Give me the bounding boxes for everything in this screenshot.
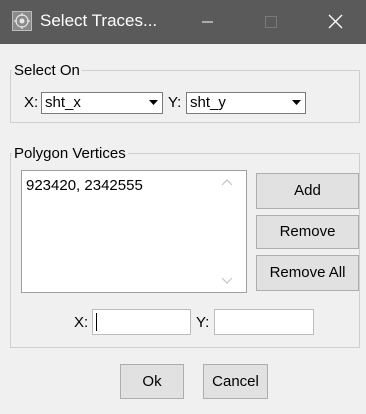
vertex-x-field[interactable] (92, 309, 191, 335)
minimize-button[interactable] (184, 0, 230, 44)
polygon-vertices-legend: Polygon Vertices (12, 145, 128, 162)
window-title: Select Traces... (40, 11, 158, 30)
dropdown-arrow-icon (149, 100, 158, 105)
x-axis-label: X: (24, 94, 39, 111)
select-on-legend: Select On (12, 62, 82, 79)
y-axis-select-value: sht_y (190, 94, 226, 111)
y-axis-label: Y: (168, 94, 182, 111)
x-axis-select-value: sht_x (45, 94, 81, 111)
scroll-down-icon[interactable] (221, 277, 233, 285)
close-button[interactable] (312, 0, 358, 44)
maximize-icon (265, 16, 277, 28)
y-axis-select[interactable]: sht_y (186, 92, 306, 114)
cancel-button[interactable]: Cancel (203, 364, 268, 399)
list-item[interactable]: 923420, 2342555 (26, 177, 143, 194)
scroll-up-icon[interactable] (221, 178, 233, 186)
ok-button[interactable]: Ok (120, 364, 184, 399)
app-icon (12, 11, 32, 31)
vertices-list[interactable]: 923420, 2342555 (21, 170, 247, 293)
vertex-y-label: Y: (196, 314, 210, 331)
dropdown-arrow-icon (292, 100, 301, 105)
maximize-button[interactable] (248, 0, 294, 44)
remove-button[interactable]: Remove (256, 215, 359, 249)
remove-all-button[interactable]: Remove All (256, 255, 359, 291)
x-axis-select[interactable]: sht_x (41, 92, 163, 114)
text-caret (96, 313, 97, 331)
close-icon (328, 14, 343, 29)
title-bar[interactable]: Select Traces... (0, 0, 366, 44)
add-button[interactable]: Add (256, 173, 359, 209)
vertex-x-label: X: (74, 314, 89, 331)
vertex-y-field[interactable] (214, 309, 314, 335)
